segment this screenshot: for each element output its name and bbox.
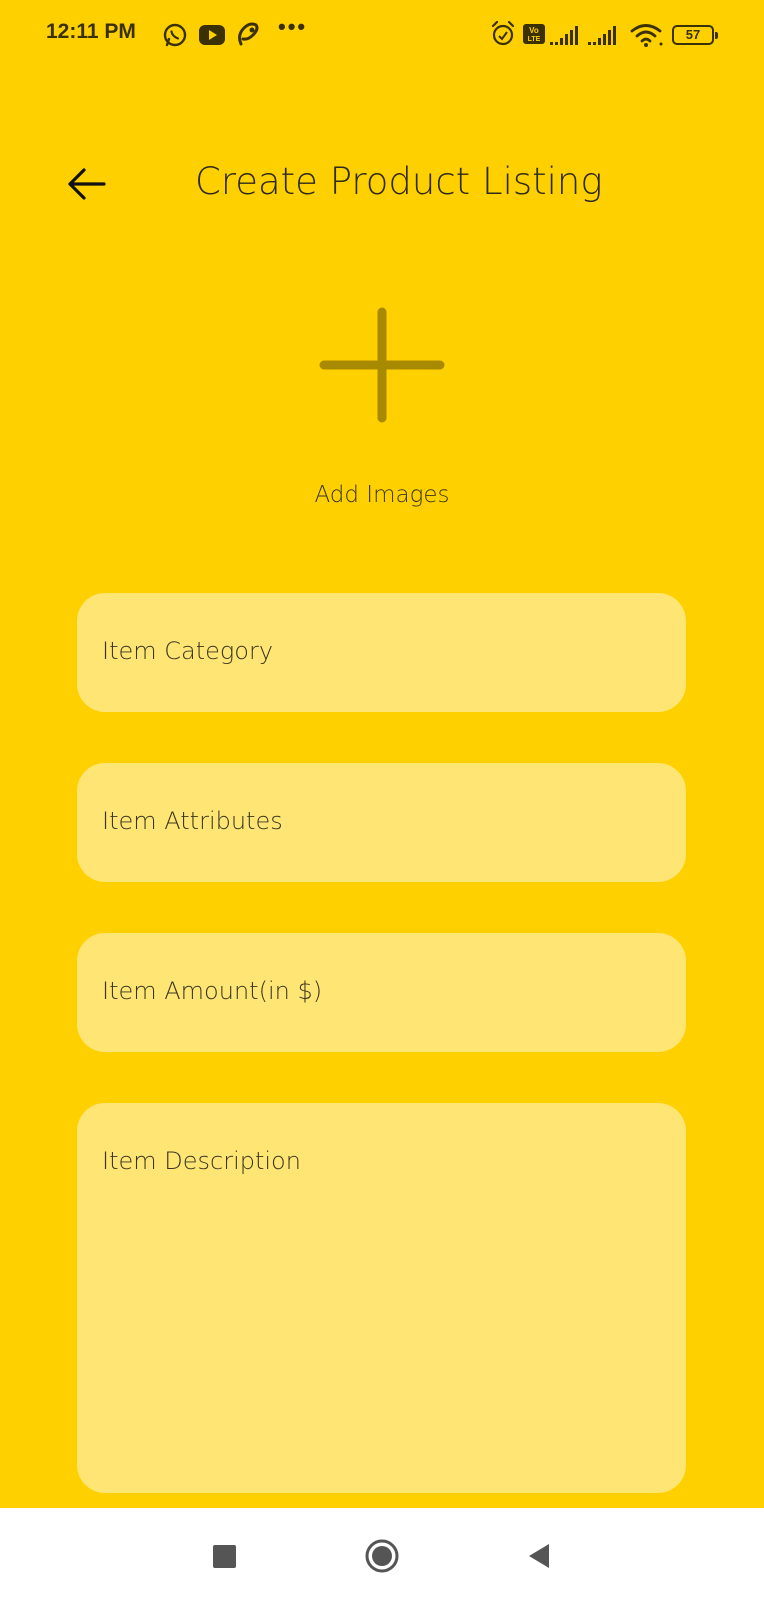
page-title: Create Product Listing xyxy=(195,160,603,203)
item-description-placeholder: Item Description xyxy=(102,1147,301,1175)
app-icon xyxy=(234,21,260,51)
item-description-field[interactable]: Item Description xyxy=(77,1103,686,1493)
overflow-dots: ••• xyxy=(278,14,308,39)
volte-icon: Vo LTE xyxy=(522,23,546,49)
signal-icon xyxy=(588,24,620,50)
add-images-label: Add Images xyxy=(314,482,450,508)
item-amount-field[interactable]: Item Amount(in $) xyxy=(77,933,686,1052)
back-button[interactable] xyxy=(58,160,114,208)
item-attributes-placeholder: Item Attributes xyxy=(102,807,283,835)
square-icon xyxy=(213,1545,236,1568)
status-time: 12:11 PM xyxy=(46,20,136,43)
item-category-field[interactable]: Item Category xyxy=(77,593,686,712)
home-button[interactable] xyxy=(362,1536,402,1576)
signal-icon xyxy=(550,24,582,50)
recents-button[interactable] xyxy=(204,1536,244,1576)
item-amount-placeholder: Item Amount(in $) xyxy=(102,977,323,1005)
add-images-button[interactable] xyxy=(310,300,454,430)
circle-icon xyxy=(365,1539,399,1573)
youtube-icon xyxy=(198,24,226,50)
alarm-icon xyxy=(490,20,516,52)
triangle-back-icon xyxy=(529,1544,549,1568)
svg-text:LTE: LTE xyxy=(528,36,541,43)
battery-indicator: 57 xyxy=(672,25,718,45)
status-bar: 12:11 PM ••• Vo LTE 57 xyxy=(0,0,764,70)
wifi-icon xyxy=(630,22,664,52)
system-back-button[interactable] xyxy=(520,1536,560,1576)
navigation-bar xyxy=(0,1508,764,1600)
item-attributes-field[interactable]: Item Attributes xyxy=(77,763,686,882)
arrow-left-icon xyxy=(68,168,106,200)
plus-icon xyxy=(319,307,445,423)
whatsapp-icon xyxy=(162,22,188,52)
svg-text:Vo: Vo xyxy=(529,26,539,35)
item-category-placeholder: Item Category xyxy=(102,637,274,665)
